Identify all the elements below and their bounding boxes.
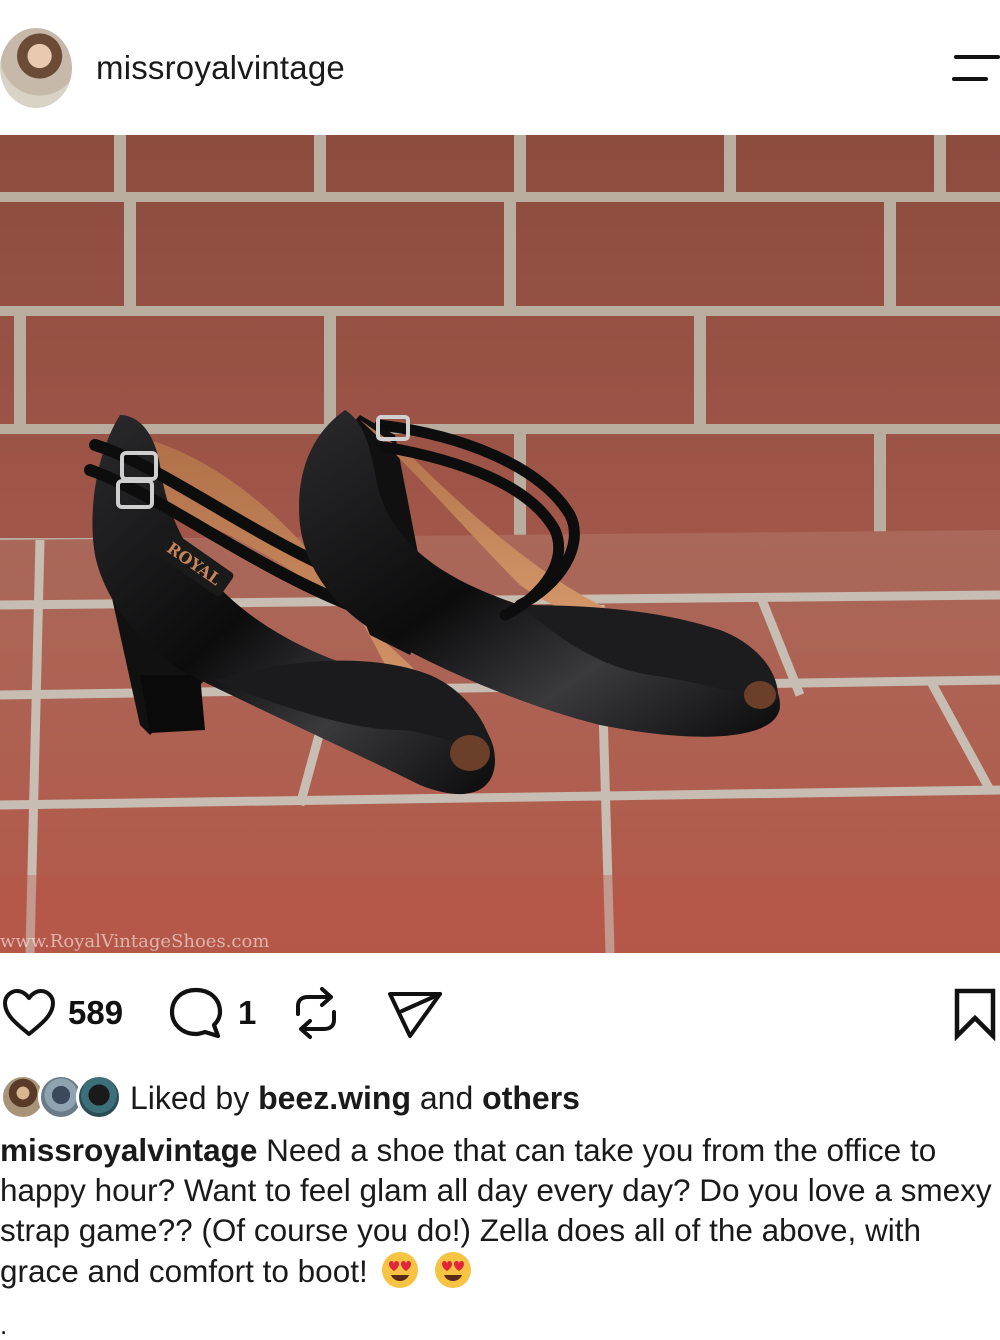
photo-watermark: www.RoyalVintageShoes.com bbox=[0, 931, 269, 952]
liked-by-user[interactable]: beez.wing bbox=[258, 1080, 411, 1116]
liked-by-joiner: and bbox=[419, 1080, 474, 1116]
caption-trailing-dot: . bbox=[0, 1310, 8, 1340]
post-photo[interactable]: ROYAL www.RoyalVintageShoes.com bbox=[0, 135, 1000, 953]
comment-icon[interactable] bbox=[168, 986, 224, 1040]
author-avatar[interactable] bbox=[0, 28, 72, 108]
post-header: missroyalvintage bbox=[0, 0, 1000, 135]
liker-avatar bbox=[76, 1074, 122, 1120]
liked-by-row[interactable]: Liked by beez.wing and others bbox=[0, 1070, 1000, 1126]
post-caption: missroyalvintage Need a shoe that can ta… bbox=[0, 1130, 1000, 1291]
liked-by-prefix: Liked by bbox=[130, 1080, 250, 1116]
heart-eyes-emoji bbox=[435, 1252, 472, 1288]
like-count[interactable]: 589 bbox=[68, 994, 123, 1032]
liked-by-others[interactable]: others bbox=[482, 1080, 580, 1116]
shoe-photo-illustration: ROYAL www.RoyalVintageShoes.com bbox=[0, 135, 1000, 953]
liked-by-text: Liked by beez.wing and others bbox=[130, 1080, 580, 1117]
repost-icon[interactable] bbox=[290, 984, 342, 1042]
heart-icon[interactable] bbox=[2, 988, 56, 1038]
caption-author[interactable]: missroyalvintage bbox=[0, 1132, 257, 1168]
share-icon[interactable] bbox=[386, 988, 444, 1040]
bookmark-icon[interactable] bbox=[952, 986, 998, 1042]
heart-eyes-emoji bbox=[382, 1252, 419, 1288]
comment-count[interactable]: 1 bbox=[238, 994, 256, 1032]
action-bar: 589 1 bbox=[0, 980, 1000, 1050]
author-username[interactable]: missroyalvintage bbox=[96, 49, 345, 87]
menu-icon[interactable] bbox=[950, 52, 1000, 84]
